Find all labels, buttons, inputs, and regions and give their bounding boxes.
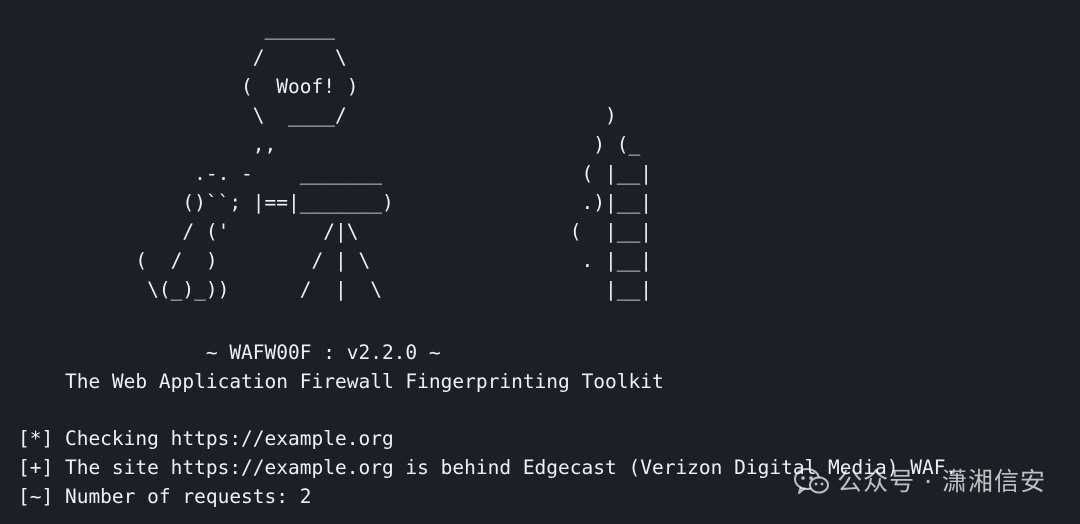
banner-title: ~ WAFW00F : v2.2.0 ~ [18,341,441,364]
ascii-art-line: ()``; |==|_______) .)|__| [18,191,652,214]
tool-banner: ~ WAFW00F : v2.2.0 ~ The Web Application… [18,338,664,396]
watermark-text: 公众号 · 潇湘信安 [837,467,1046,496]
ascii-art-line: .-. - _______ ( |__| [18,162,652,185]
ascii-art-line: ( / ) / | \ . |__| [18,249,652,272]
watermark: 公众号 · 潇湘信安 [793,464,1046,500]
ascii-art-line: \ ____/ ) [18,104,617,127]
ascii-art-line: / (' /|\ ( |__| [18,220,652,243]
ascii-art-line: ( Woof! ) [18,75,359,98]
wechat-icon [794,468,830,494]
terminal-window: ______ / \ ( Woof! ) \ ____/ ) ,, ) (_ .… [0,0,1080,524]
ascii-art-line: \(_)_)) / | \ |__| [18,278,652,301]
ascii-art-line: / \ [18,46,347,69]
ascii-art-line: ,, ) (_ [18,133,641,156]
banner-subtitle: The Web Application Firewall Fingerprint… [18,370,664,393]
ascii-art: ______ / \ ( Woof! ) \ ____/ ) ,, ) (_ .… [18,14,652,304]
output-line-checking: [*] Checking https://example.org [18,427,394,450]
ascii-art-line: ______ [18,17,335,40]
